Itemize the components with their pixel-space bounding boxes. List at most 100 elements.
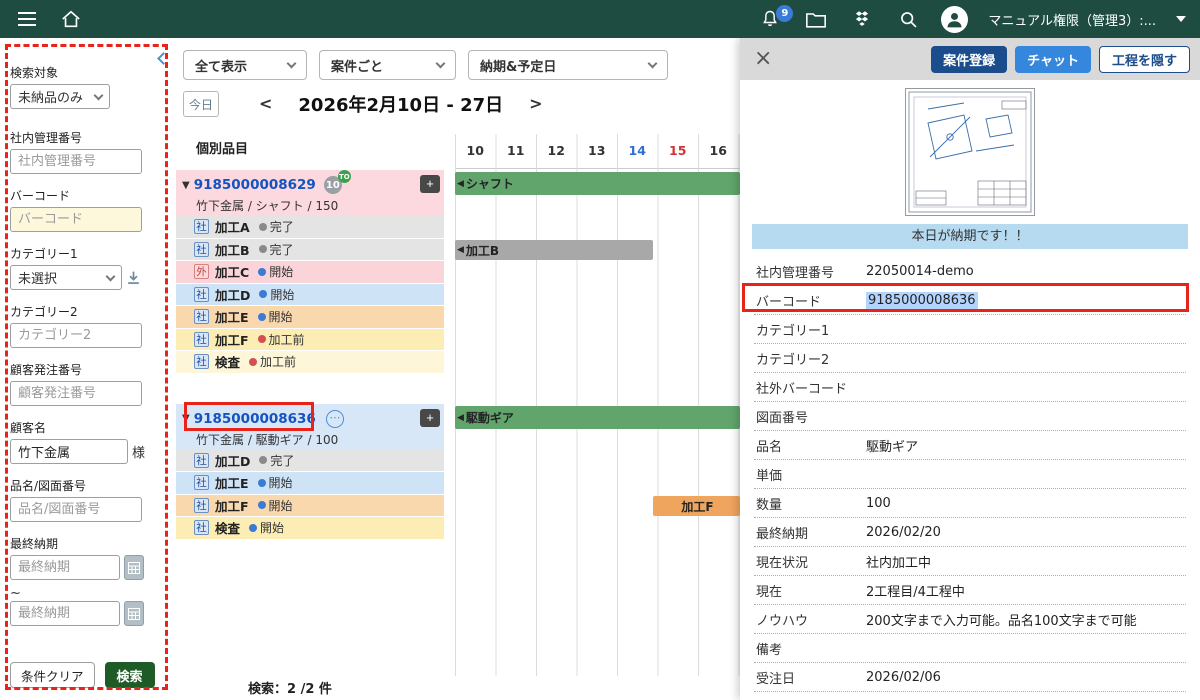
topbar-right: 9 マニュアル権限（管理3）:...	[757, 6, 1200, 33]
group-id-link[interactable]: 9185000008636	[194, 411, 316, 427]
avatar[interactable]	[941, 6, 968, 33]
detail-panel-header: × 案件登録 チャット 工程を隠す	[740, 38, 1200, 80]
task-row[interactable]: 社 加工D 完了	[176, 450, 444, 473]
internal-tag: 社	[194, 242, 209, 257]
customer-suffix: 様	[132, 442, 145, 461]
group-subtitle: 竹下金属 / シャフト / 150	[182, 196, 438, 216]
chat-button[interactable]: チャット	[1015, 46, 1091, 73]
notifications-icon[interactable]: 9	[757, 6, 783, 32]
category2-input[interactable]	[10, 323, 142, 348]
date-range-title: 2026年2月10日 - 27日	[298, 91, 503, 117]
barcode-label: バーコード	[10, 189, 166, 204]
group-header-row[interactable]: ▼ 9185000008629 10 TO + 竹下金属 / シャフト / 15…	[176, 170, 444, 216]
gantt-bars: ◀ シャフト ◀ 加工B ◀ 駆動ギア 加工F	[455, 170, 740, 600]
status-dot	[258, 313, 266, 321]
display-filter-select[interactable]: 全て表示	[183, 50, 307, 80]
clear-conditions-button[interactable]: 条件クリア	[10, 662, 95, 688]
add-process-button[interactable]: +	[420, 175, 440, 193]
chevron-down-icon	[436, 59, 446, 69]
gantt-bar[interactable]: ◀ 駆動ギア	[455, 406, 740, 429]
topbar: 9 マニュアル権限（管理3）:...	[0, 0, 1200, 38]
group-header-row[interactable]: ▼ 9185000008636 ⋯ + 竹下金属 / 駆動ギア / 100	[176, 404, 444, 450]
detail-row: ノウハウ 200文字まで入力可能。品名100文字まで可能	[754, 605, 1186, 634]
task-row[interactable]: 社 検査 開始	[176, 517, 444, 540]
collapse-filter-icon[interactable]	[126, 270, 141, 285]
internal-tag: 社	[194, 309, 209, 324]
category1-select[interactable]: 未選択	[10, 265, 122, 290]
internal-tag: 社	[194, 520, 209, 535]
expand-triangle-icon[interactable]: ▼	[182, 413, 190, 424]
add-process-button[interactable]: +	[420, 409, 440, 427]
prev-period-button[interactable]: <	[259, 96, 272, 112]
task-row[interactable]: 社 加工E 開始	[176, 306, 444, 329]
dropbox-icon[interactable]	[849, 6, 875, 32]
count-badge: 10 TO	[324, 176, 342, 194]
chevron-down-icon	[106, 271, 116, 281]
calendar-icon[interactable]	[124, 555, 144, 580]
close-icon[interactable]: ×	[754, 48, 772, 70]
task-row[interactable]: 社 加工E 開始	[176, 472, 444, 495]
group-id-link[interactable]: 9185000008629	[194, 177, 316, 193]
customer-name-label: 顧客名	[10, 421, 166, 436]
collapse-sidebar-icon[interactable]	[157, 52, 170, 65]
search-target-select[interactable]: 未納品のみ	[10, 84, 110, 109]
account-label[interactable]: マニュアル権限（管理3）:...	[988, 10, 1156, 29]
gantt-bar[interactable]: ◀ シャフト	[455, 172, 740, 195]
detail-row: 一括納期 2026/01/19	[754, 692, 1186, 700]
status-dot	[258, 501, 266, 509]
today-button[interactable]: 今日	[183, 91, 219, 117]
chat-bubble-icon[interactable]: ⋯	[326, 410, 344, 428]
detail-row: 単価	[754, 460, 1186, 489]
due-date-to-input[interactable]	[10, 601, 120, 626]
filter-row: 全て表示 案件ごと 納期&予定日	[183, 50, 668, 80]
drawing-thumbnail[interactable]	[905, 88, 1035, 216]
detail-row: カテゴリー2	[754, 344, 1186, 373]
bar-start-marker-icon: ◀	[457, 179, 464, 189]
task-row[interactable]: 社 加工B 完了	[176, 239, 444, 262]
task-row[interactable]: 社 加工A 完了	[176, 216, 444, 239]
barcode-input[interactable]	[10, 207, 142, 232]
category1-label: カテゴリー1	[10, 247, 166, 262]
date-mode-select[interactable]: 納期&予定日	[468, 50, 668, 80]
next-period-button[interactable]: >	[529, 96, 542, 112]
status-dot	[259, 223, 267, 231]
calendar-icon[interactable]	[124, 601, 144, 626]
internal-no-input[interactable]	[10, 149, 142, 174]
task-row[interactable]: 外 加工C 開始	[176, 261, 444, 284]
status-dot	[258, 479, 266, 487]
due-today-banner: 本日が納期です！！	[752, 224, 1188, 249]
task-row[interactable]: 社 加工F 開始	[176, 495, 444, 518]
expand-triangle-icon[interactable]: ▼	[182, 180, 190, 191]
selected-barcode-value[interactable]: 9185000008636	[866, 292, 978, 309]
home-icon[interactable]	[58, 6, 84, 32]
due-date-from-input[interactable]	[10, 555, 120, 580]
menu-icon[interactable]	[14, 6, 40, 32]
internal-tag: 社	[194, 219, 209, 234]
gantt-bar[interactable]: ◀ 加工B	[455, 240, 653, 260]
task-row[interactable]: 社 加工D 開始	[176, 284, 444, 307]
folder-icon[interactable]	[803, 6, 829, 32]
search-button[interactable]: 検索	[105, 662, 155, 688]
hide-process-button[interactable]: 工程を隠す	[1099, 46, 1190, 73]
range-tilde: ~	[10, 586, 166, 601]
detail-row-barcode: バーコード 9185000008636	[754, 286, 1186, 315]
customer-order-no-input[interactable]	[10, 381, 142, 406]
topbar-left	[0, 6, 84, 32]
due-date-label: 最終納期	[10, 537, 166, 552]
task-row[interactable]: 社 加工F 加工前	[176, 329, 444, 352]
search-target-value: 未納品のみ	[18, 87, 83, 106]
internal-tag: 社	[194, 332, 209, 347]
register-case-button[interactable]: 案件登録	[931, 46, 1007, 73]
detail-row: 社内管理番号 22050014-demo	[754, 257, 1186, 286]
status-dot	[258, 268, 266, 276]
customer-name-input[interactable]	[10, 439, 128, 464]
grouping-filter-select[interactable]: 案件ごと	[319, 50, 456, 80]
gantt-bar[interactable]: 加工F	[653, 496, 740, 516]
gantt-area: 全て表示 案件ごと 納期&予定日 今日 < 2026年2月10日 - 27日 >…	[176, 38, 740, 700]
bar-start-marker-icon: ◀	[457, 413, 464, 423]
search-icon[interactable]	[895, 6, 921, 32]
task-row[interactable]: 社 検査 加工前	[176, 351, 444, 374]
item-no-input[interactable]	[10, 497, 142, 522]
group-subtitle: 竹下金属 / 駆動ギア / 100	[182, 430, 438, 450]
account-caret-icon[interactable]	[1176, 16, 1186, 22]
